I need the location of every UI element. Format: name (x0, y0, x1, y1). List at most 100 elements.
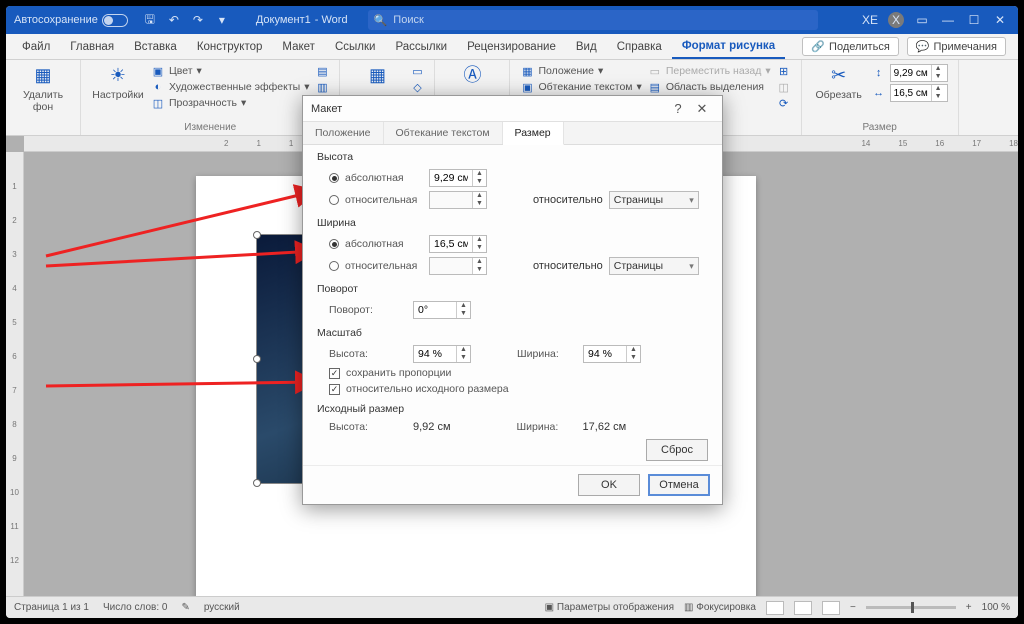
comments-button[interactable]: 💬Примечания (907, 37, 1006, 56)
height-relative-radio[interactable] (329, 195, 339, 205)
user-initials: XE (862, 12, 878, 28)
doc-name: Документ1 (256, 14, 311, 26)
ok-button[interactable]: OK (578, 474, 640, 496)
selection-pane-button[interactable]: ▤Область выделения (648, 80, 771, 94)
close-icon[interactable]: ✕ (992, 12, 1008, 28)
dialog-tab-wrap[interactable]: Обтекание текстом (384, 122, 503, 144)
wrap-icon: ▣ (520, 80, 534, 94)
height-absolute-field[interactable]: ▲▼ (429, 169, 487, 187)
align-icon[interactable]: ⊞ (777, 64, 791, 78)
word-count[interactable]: Число слов: 0 (103, 602, 167, 613)
crop-icon: ✂ (827, 64, 851, 88)
tab-home[interactable]: Главная (60, 34, 124, 59)
section-width: Ширина (317, 217, 708, 229)
artistic-icon: ◐ (151, 80, 165, 94)
color-button[interactable]: ▣Цвет▾ (151, 64, 309, 78)
group-icon: ◫ (777, 80, 791, 94)
wrap-text-button[interactable]: ▣Обтекание текстом▾ (520, 80, 641, 94)
print-layout-button[interactable] (794, 601, 812, 615)
cancel-button[interactable]: Отмена (648, 474, 710, 496)
tab-layout[interactable]: Макет (272, 34, 325, 59)
rotate-icon[interactable]: ⟳ (777, 96, 791, 110)
share-button[interactable]: 🔗Поделиться (802, 37, 898, 56)
dialog-help-button[interactable]: ? (666, 101, 690, 116)
change-picture-icon[interactable]: ▥ (315, 80, 329, 94)
search-input[interactable]: 🔍 Поиск (368, 10, 818, 30)
ribbon-mode-icon[interactable]: ▭ (914, 12, 930, 28)
rotation-field[interactable]: ▲▼ (413, 301, 471, 319)
tab-picture-format[interactable]: Формат рисунка (672, 34, 785, 59)
lock-aspect-checkbox[interactable] (329, 368, 340, 379)
read-mode-button[interactable] (766, 601, 784, 615)
redo-icon[interactable]: ↷ (190, 12, 206, 28)
section-height: Высота (317, 151, 708, 163)
qat-dropdown-icon[interactable]: ▾ (214, 12, 230, 28)
tab-review[interactable]: Рецензирование (457, 34, 566, 59)
tab-design[interactable]: Конструктор (187, 34, 273, 59)
maximize-icon[interactable]: ☐ (966, 12, 982, 28)
avatar[interactable]: X (888, 12, 904, 28)
width-relative-field[interactable]: ▲▼ (429, 257, 487, 275)
dialog-close-button[interactable]: ✕ (690, 101, 714, 117)
autosave-toggle[interactable] (102, 14, 128, 27)
proofing-icon[interactable]: ✎ (181, 602, 189, 613)
width-absolute-radio[interactable] (329, 239, 339, 249)
resize-handle-nw[interactable] (253, 231, 261, 239)
page-indicator[interactable]: Страница 1 из 1 (14, 602, 89, 613)
zoom-slider[interactable] (866, 606, 956, 609)
picture-border-icon[interactable]: ▭ (410, 64, 424, 78)
artistic-effects-button[interactable]: ◐Художественные эффекты▾ (151, 80, 309, 94)
width-relative-combo[interactable]: Страницы▾ (609, 257, 699, 275)
crop-button[interactable]: ✂Обрезать (812, 64, 866, 102)
search-placeholder: Поиск (393, 14, 423, 26)
height-relative-combo[interactable]: Страницы▾ (609, 191, 699, 209)
section-original: Исходный размер (317, 403, 708, 415)
tab-help[interactable]: Справка (607, 34, 672, 59)
tab-references[interactable]: Ссылки (325, 34, 386, 59)
relative-original-checkbox[interactable] (329, 384, 340, 395)
comment-icon: 💬 (916, 40, 930, 53)
document-title: Документ1 - Word (256, 14, 348, 26)
tab-view[interactable]: Вид (566, 34, 607, 59)
compress-icon[interactable]: ▤ (315, 64, 329, 78)
display-settings-button[interactable]: ▣ Параметры отображения (545, 602, 674, 613)
web-layout-button[interactable] (822, 601, 840, 615)
save-icon[interactable]: 🖫 (142, 12, 158, 28)
tab-insert[interactable]: Вставка (124, 34, 187, 59)
zoom-out-button[interactable]: − (850, 602, 856, 613)
focus-mode-button[interactable]: ▥ Фокусировка (684, 602, 756, 613)
section-scale: Масштаб (317, 327, 708, 339)
width-relative-radio[interactable] (329, 261, 339, 271)
alt-text-button[interactable]: Ⓐ (445, 64, 499, 88)
ribbon-tabs: Файл Главная Вставка Конструктор Макет С… (6, 34, 1018, 60)
width-absolute-field[interactable]: ▲▼ (429, 235, 487, 253)
width-field[interactable]: ▲▼ (890, 84, 948, 102)
corrections-button[interactable]: ☀ Настройки (91, 64, 145, 102)
dialog-tabs: Положение Обтекание текстом Размер (303, 122, 722, 145)
transparency-button[interactable]: ◫Прозрачность▾ (151, 96, 309, 110)
minimize-icon[interactable]: — (940, 12, 956, 28)
adjust-group-label: Изменение (91, 122, 329, 133)
layout-dialog: Макет ? ✕ Положение Обтекание текстом Ра… (302, 95, 723, 505)
tab-file[interactable]: Файл (12, 34, 60, 59)
dialog-tab-position[interactable]: Положение (303, 122, 384, 144)
scale-width-field[interactable]: ▲▼ (583, 345, 641, 363)
undo-icon[interactable]: ↶ (166, 12, 182, 28)
resize-handle-sw[interactable] (253, 479, 261, 487)
remove-background-button[interactable]: ▦ Удалить фон (16, 64, 70, 113)
height-absolute-radio[interactable] (329, 173, 339, 183)
zoom-in-button[interactable]: + (966, 602, 972, 613)
dialog-tab-size[interactable]: Размер (503, 122, 564, 145)
reset-button[interactable]: Сброс (646, 439, 708, 461)
resize-handle-w[interactable] (253, 355, 261, 363)
scale-height-field[interactable]: ▲▼ (413, 345, 471, 363)
height-relative-field[interactable]: ▲▼ (429, 191, 487, 209)
picture-effects-icon[interactable]: ◇ (410, 80, 424, 94)
language-indicator[interactable]: русский (204, 602, 240, 613)
zoom-level[interactable]: 100 % (982, 602, 1010, 613)
tab-mailings[interactable]: Рассылки (385, 34, 457, 59)
autosave-label: Автосохранение (14, 14, 98, 26)
height-field[interactable]: ▲▼ (890, 64, 948, 82)
position-button[interactable]: ▦Положение▾ (520, 64, 641, 78)
picture-styles-button[interactable]: ▦ (350, 64, 404, 88)
